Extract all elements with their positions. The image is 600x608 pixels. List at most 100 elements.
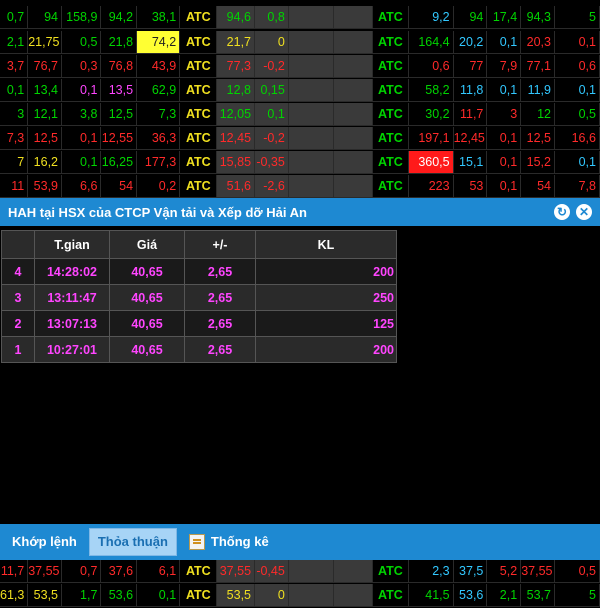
board-cell [288,55,334,78]
board-cell: 223 [408,175,454,198]
board-cell: 197,1 [408,127,454,150]
table-row: 1 10:27:01 40,65 2,65 200 [1,336,397,363]
row-change: 2,65 [184,284,256,311]
board-cell: 7,9 [487,55,522,78]
table-row: 4 14:28:02 40,65 2,65 200 [1,258,397,285]
board-cell: 158,9 [62,6,102,29]
board-cell: 0,1 [554,151,600,174]
tab-statistics[interactable]: Thống kê [181,529,277,555]
board-cell: 36,3 [137,127,181,150]
board-cell: 2,1 [487,584,522,607]
board-cell: 58,2 [408,79,454,102]
board-cell: 53,5 [217,584,256,607]
board-row: 7 16,2 0,1 16,25 177,3 ATC 15,85 -0,35 ATC 360,5 1… [0,151,600,175]
trade-table: T.gian Giá +/- KL 4 14:28:02 40,65 2,65 … [1,230,397,363]
board-row: 11 53,9 6,6 54 0,2 ATC 51,6 -2,6 ATC 223 53 0,1 54 7,… [0,175,600,199]
board-cell: 164,4 [408,31,454,54]
board-cell: 38,1 [137,6,181,29]
row-volume: 200 [255,258,397,285]
board-cell [288,175,334,198]
board-cell: 0,1 [487,79,522,102]
board-cell: -0,35 [255,151,289,174]
board-cell: -0,2 [255,127,289,150]
tab-matched-orders[interactable]: Khớp lệnh [4,529,85,555]
board-cell: ATC [373,584,409,607]
board-cell: 0,15 [255,79,289,102]
board-cell [288,151,334,174]
board-cell: 7 [0,151,29,174]
board-cell: 15,2 [521,151,555,174]
col-time-header: T.gian [34,230,110,259]
row-volume: 125 [255,310,397,337]
board-cell: 1,7 [62,584,102,607]
board-cell: 21,75 [28,31,63,54]
board-cell: 0,1 [487,31,522,54]
board-cell: ATC [373,55,409,78]
row-time: 13:11:47 [34,284,110,311]
board-cell: 16,25 [101,151,138,174]
board-cell [333,151,374,174]
board-cell: 15,1 [453,151,488,174]
board-cell: 0,3 [62,55,102,78]
row-no: 4 [1,258,35,285]
board-cell: 0,6 [554,55,600,78]
row-time: 10:27:01 [34,336,110,363]
trade-detail-panel: HAH tại HSX của CTCP Vận tải và Xếp dỡ H… [0,198,600,560]
board-cell: 37,6 [101,560,138,583]
board-row: 3 12,1 3,8 12,5 7,3 ATC 12,05 0,1 ATC 30,2 11,7 3 12… [0,103,600,127]
board-cell: 94 [28,6,63,29]
board-cell: 53,6 [453,584,488,607]
row-volume: 200 [255,336,397,363]
board-cell: 6,1 [137,560,181,583]
board-cell: 94,6 [217,6,256,29]
board-cell: 51,6 [217,175,256,198]
board-cell: ATC [373,560,409,583]
board-cell: 13,5 [101,79,138,102]
col-change-header: +/- [184,230,256,259]
board-cell: 11 [0,175,29,198]
table-header-row: T.gian Giá +/- KL [1,230,397,259]
board-cell: 0,1 [62,127,102,150]
board-cell: 13,4 [28,79,63,102]
board-cell: ATC [180,55,218,78]
board-cell [333,31,374,54]
board-cell [333,584,374,607]
board-cell: 37,55 [521,560,555,583]
tab-negotiated[interactable]: Thỏa thuận [88,528,177,556]
board-cell: 53,5 [28,584,63,607]
board-cell: 2,3 [408,560,454,583]
board-cell: 11,7 [0,560,29,583]
board-cell: 12,5 [101,103,138,126]
board-cell: 11,8 [453,79,488,102]
board-cell: 76,7 [28,55,63,78]
board-cell: 41,5 [408,584,454,607]
row-no: 1 [1,336,35,363]
board-cell: 0,1 [487,151,522,174]
tab-label: Thỏa thuận [97,534,168,549]
board-cell: ATC [180,127,218,150]
close-icon[interactable]: ✕ [576,204,592,220]
board-cell: 0,6 [408,55,454,78]
row-change: 2,65 [184,336,256,363]
board-cell: 53,9 [28,175,63,198]
board-cell: 0,1 [62,151,102,174]
board-cell: 43,9 [137,55,181,78]
board-cell: 5 [554,584,600,607]
board-cell: 20,3 [521,31,555,54]
board-cell: -0,2 [255,55,289,78]
refresh-icon[interactable]: ↻ [554,204,570,220]
board-cell: 0 [255,31,289,54]
board-cell: 12,45 [217,127,256,150]
board-cell: 77,1 [521,55,555,78]
board-cell: 0,8 [255,6,289,29]
panel-title: HAH tại HSX của CTCP Vận tải và Xếp dỡ H… [8,204,307,220]
panel-titlebar: HAH tại HSX của CTCP Vận tải và Xếp dỡ H… [0,198,600,226]
board-cell: ATC [373,103,409,126]
board-cell: ATC [180,584,218,607]
board-cell: 7,3 [0,127,29,150]
board-cell: 3 [0,103,29,126]
row-change: 2,65 [184,310,256,337]
board-cell: ATC [373,127,409,150]
board-cell: 37,55 [217,560,256,583]
row-change: 2,65 [184,258,256,285]
